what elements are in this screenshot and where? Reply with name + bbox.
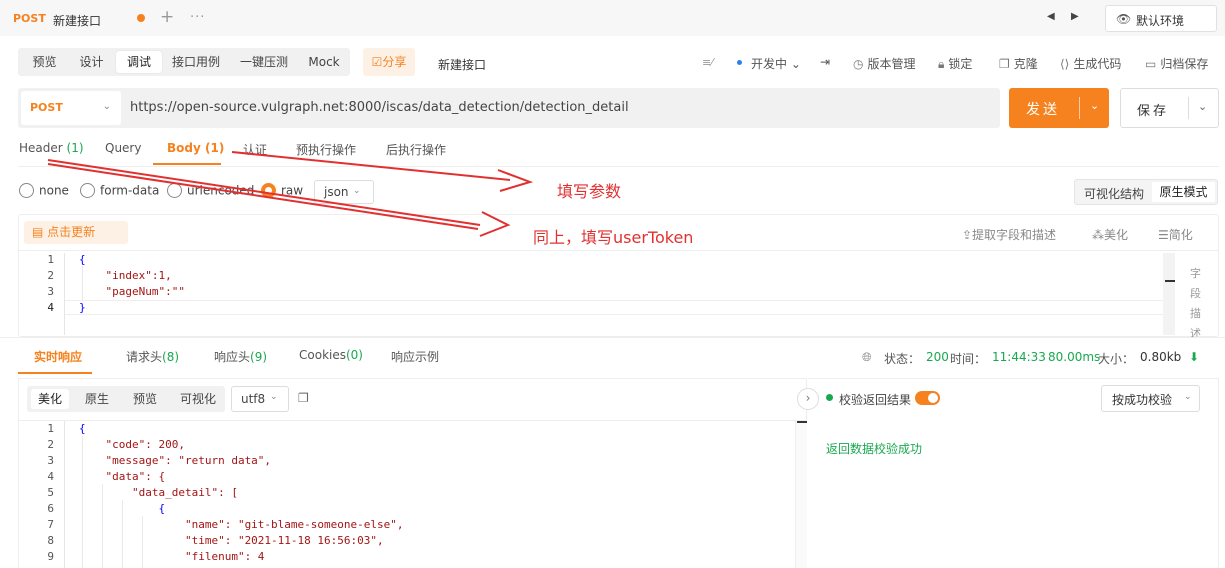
annotation-fill-params: 填写参数 xyxy=(557,182,622,201)
arrow-header-line-2 xyxy=(47,163,479,230)
arrow-header-head xyxy=(479,211,511,237)
annotation-same-token: 同上，填写userToken xyxy=(533,228,694,247)
arrow-body-head xyxy=(497,169,534,192)
arrow-body-line xyxy=(231,151,511,181)
annotation-arrows xyxy=(47,151,534,237)
